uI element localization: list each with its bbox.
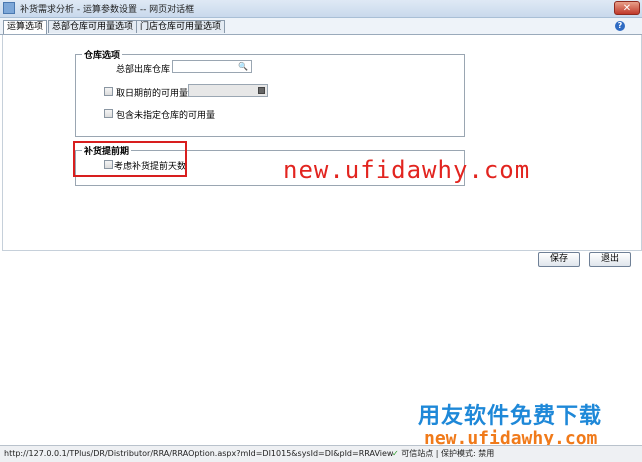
warehouse-options-group: 仓库选项 总部出库仓库 🔍 取日期前的可用量 包含未指定仓库的可用量	[75, 48, 465, 137]
status-bar: http://127.0.0.1/TPlus/DR/Distributor/RR…	[0, 445, 642, 462]
include-unassigned-label: 包含未指定仓库的可用量	[116, 111, 216, 121]
save-button[interactable]: 保存	[538, 252, 580, 267]
hq-outbound-warehouse-label: 总部出库仓库	[116, 65, 171, 75]
close-button[interactable]: ✕	[614, 1, 640, 15]
tab-store-warehouse-availability[interactable]: 门店仓库可用量选项	[136, 20, 226, 33]
tab-calculation-options[interactable]: 运算选项	[3, 20, 48, 34]
warehouse-options-legend: 仓库选项	[82, 48, 123, 61]
brand-watermark-cn: 用友软件免费下载	[418, 404, 603, 429]
title-bar: 补货需求分析 - 运算参数设置 -- 网页对话框 ✕	[0, 0, 642, 18]
watermark-url: new.ufidawhy.com	[283, 156, 531, 184]
tab-bar: 运算选项 总部仓库可用量选项 门店仓库可用量选项 ?	[0, 18, 642, 35]
exit-button[interactable]: 退出	[589, 252, 631, 267]
status-zone-text: 可信站点 | 保护模式: 禁用	[401, 449, 495, 458]
search-icon[interactable]: 🔍	[238, 62, 248, 71]
app-icon	[3, 2, 15, 14]
include-unassigned-checkbox[interactable]	[104, 109, 113, 118]
tab-hq-warehouse-availability[interactable]: 总部仓库可用量选项	[48, 20, 138, 33]
date-picker-input[interactable]	[188, 84, 268, 97]
help-icon[interactable]: ?	[615, 21, 625, 31]
hq-outbound-warehouse-input[interactable]: 🔍	[172, 60, 252, 73]
calendar-icon[interactable]	[258, 87, 265, 94]
window-title: 补货需求分析 - 运算参数设置 -- 网页对话框	[20, 5, 195, 15]
status-zone: ✓ 可信站点 | 保护模式: 禁用	[392, 446, 494, 461]
highlight-box	[73, 141, 187, 177]
date-available-label: 取日期前的可用量	[116, 89, 189, 99]
status-url: http://127.0.0.1/TPlus/DR/Distributor/RR…	[4, 449, 394, 458]
check-icon: ✓	[392, 449, 399, 458]
date-available-checkbox[interactable]	[104, 87, 113, 96]
